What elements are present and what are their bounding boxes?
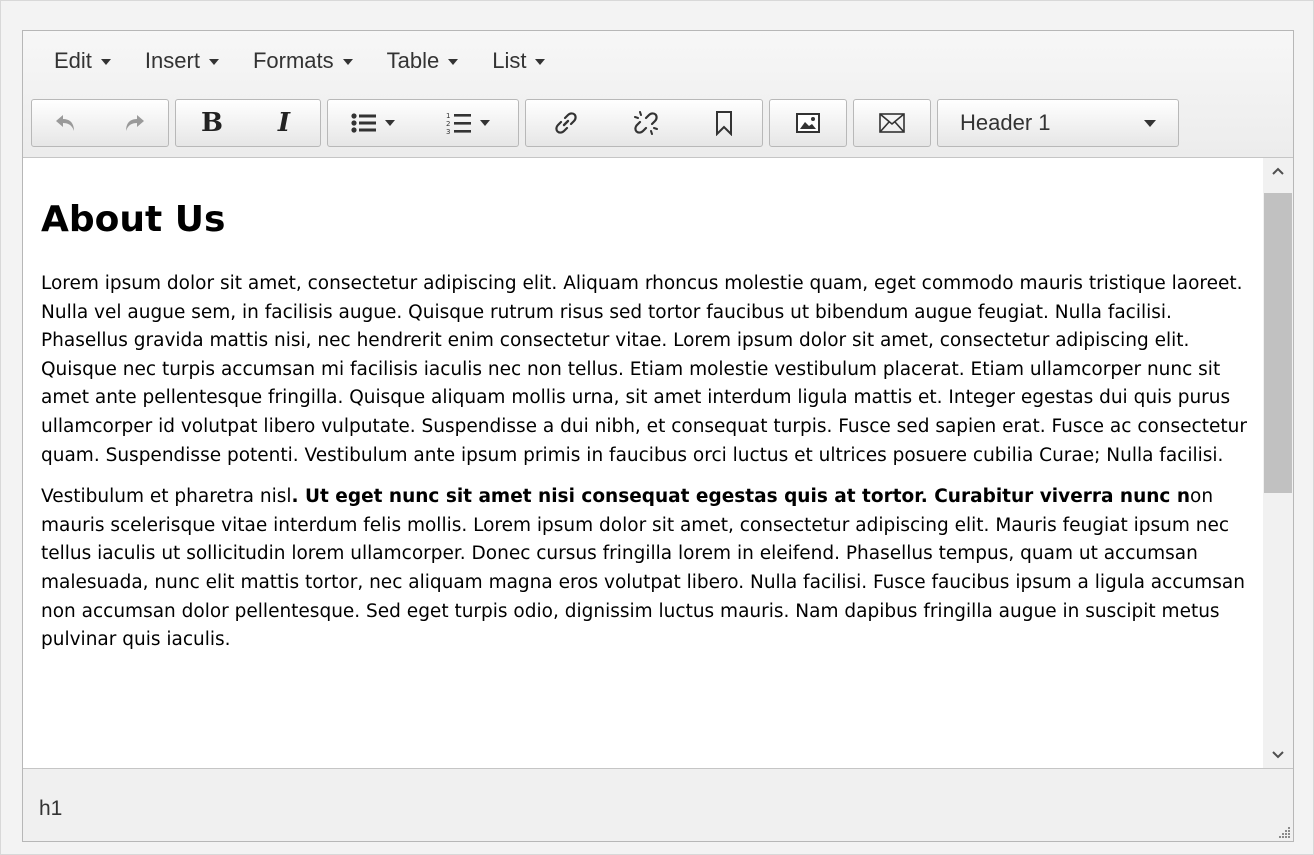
- format-group: Header 1: [937, 99, 1179, 147]
- email-group: [853, 99, 931, 147]
- editor-content[interactable]: About Us Lorem ipsum dolor sit amet, con…: [41, 158, 1251, 668]
- chevron-down-icon: [100, 59, 111, 65]
- format-select[interactable]: Header 1: [938, 100, 1178, 146]
- editor-header: Edit Insert Formats Table List B I 1 2 3…: [23, 31, 1293, 158]
- chevron-down-icon: [448, 59, 459, 65]
- statusbar: h1: [23, 768, 1293, 841]
- italic-icon: I: [277, 108, 291, 138]
- bold-icon: B: [201, 108, 223, 138]
- scroll-down-button[interactable]: [1263, 742, 1293, 768]
- undo-button[interactable]: [32, 100, 100, 146]
- chevron-down-icon: [1272, 751, 1284, 759]
- toolbar: B I 1 2 3 Header 1: [31, 97, 1185, 149]
- chevron-down-icon: [1144, 119, 1156, 127]
- bold-button[interactable]: B: [176, 100, 248, 146]
- italic-button[interactable]: I: [248, 100, 320, 146]
- undo-icon: [56, 115, 74, 131]
- vertical-scrollbar[interactable]: [1263, 158, 1293, 768]
- scrollbar-thumb[interactable]: [1264, 193, 1292, 493]
- rich-text-editor: Edit Insert Formats Table List B I 1 2 3…: [22, 30, 1294, 842]
- link-button[interactable]: [526, 100, 606, 146]
- chevron-down-icon: [342, 59, 353, 65]
- menu-formats[interactable]: Formats: [240, 39, 366, 83]
- paragraph-2-start: Vestibulum et pharetra nisl: [41, 486, 292, 508]
- resize-handle-icon[interactable]: [1275, 823, 1291, 839]
- history-group: [31, 99, 169, 147]
- link-group: [525, 99, 763, 147]
- menu-edit[interactable]: Edit: [41, 39, 124, 83]
- svg-text:2: 2: [446, 120, 450, 128]
- menubar: Edit Insert Formats Table List: [23, 31, 1293, 91]
- menu-insert[interactable]: Insert: [132, 39, 232, 83]
- bookmark-icon: [716, 111, 732, 136]
- menu-list[interactable]: List: [479, 39, 558, 83]
- link-icon: [555, 112, 577, 134]
- image-icon: [796, 113, 820, 133]
- menu-table-label: Table: [386, 48, 440, 73]
- menu-table[interactable]: Table: [374, 39, 472, 83]
- content-heading[interactable]: About Us: [41, 198, 1251, 242]
- format-select-value: Header 1: [960, 110, 1051, 135]
- menu-formats-label: Formats: [252, 48, 334, 73]
- paragraph-2-bold: . Ut eget nunc sit amet nisi consequat e…: [291, 486, 1191, 508]
- bullet-list-button[interactable]: [328, 100, 418, 146]
- chevron-up-icon: [1272, 167, 1284, 175]
- redo-button[interactable]: [100, 100, 168, 146]
- scroll-up-button[interactable]: [1263, 158, 1293, 184]
- list-group: 1 2 3: [327, 99, 519, 147]
- chevron-down-icon: [208, 59, 219, 65]
- svg-text:3: 3: [446, 128, 450, 135]
- menu-edit-label: Edit: [54, 48, 92, 73]
- svg-text:1: 1: [446, 112, 450, 120]
- menu-list-label: List: [492, 48, 527, 73]
- element-path[interactable]: h1: [39, 797, 62, 821]
- chevron-down-icon: [385, 120, 395, 126]
- chevron-down-icon: [480, 120, 490, 126]
- bookmark-button[interactable]: [686, 100, 762, 146]
- editor-content-area[interactable]: About Us Lorem ipsum dolor sit amet, con…: [23, 158, 1293, 768]
- email-button[interactable]: [854, 100, 930, 146]
- paragraph-2-rest: on mauris scelerisque vitae interdum fel…: [41, 486, 1245, 651]
- media-group: [769, 99, 847, 147]
- bullet-list-icon: [351, 113, 376, 133]
- menu-insert-label: Insert: [144, 48, 200, 73]
- numbered-list-button[interactable]: 1 2 3: [418, 100, 518, 146]
- unlink-button[interactable]: [606, 100, 686, 146]
- content-paragraph-2[interactable]: Vestibulum et pharetra nisl. Ut eget nun…: [41, 483, 1251, 655]
- chevron-down-icon: [535, 59, 546, 65]
- unlink-icon: [634, 111, 658, 135]
- content-paragraph-1[interactable]: Lorem ipsum dolor sit amet, consectetur …: [41, 270, 1251, 470]
- redo-icon: [126, 115, 144, 131]
- image-button[interactable]: [770, 100, 846, 146]
- email-icon: [879, 113, 905, 133]
- numbered-list-icon: 1 2 3: [446, 112, 471, 135]
- style-group: B I: [175, 99, 321, 147]
